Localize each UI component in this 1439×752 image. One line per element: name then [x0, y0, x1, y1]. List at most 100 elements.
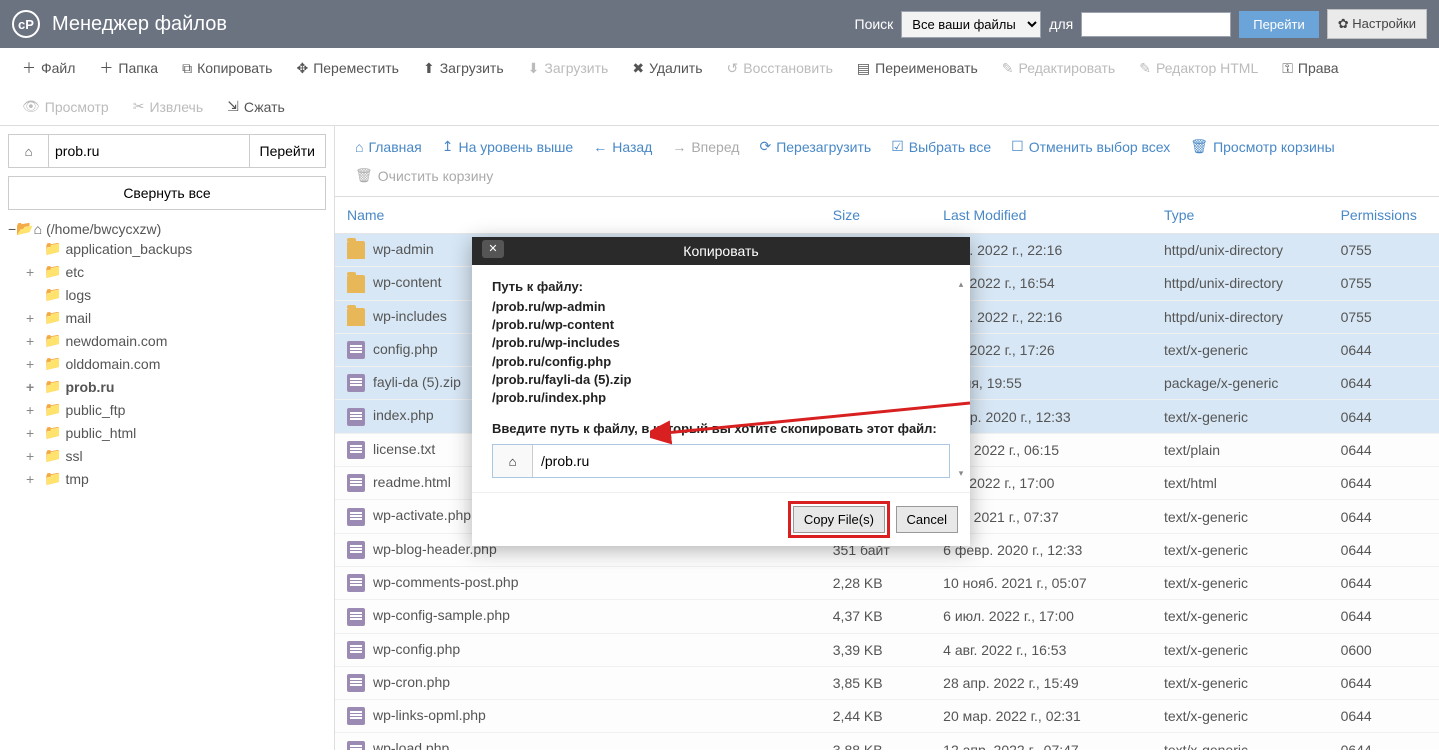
tree-item[interactable]: +📁newdomain.com: [26, 329, 326, 352]
path-input[interactable]: [48, 134, 250, 168]
tree-item[interactable]: +📁prob.ru: [26, 375, 326, 398]
copy-button[interactable]: ⧉Копировать: [170, 50, 284, 87]
key-icon: ⚿: [1282, 60, 1293, 77]
up-level-button[interactable]: ↥На уровень выше: [432, 132, 583, 161]
expand-icon[interactable]: +: [26, 425, 40, 441]
home-icon[interactable]: ⌂: [493, 445, 533, 477]
tree-item[interactable]: +📁tmp: [26, 467, 326, 490]
file-name: wp-links-opml.php: [373, 707, 486, 723]
expand-icon[interactable]: +: [26, 356, 40, 372]
extract-icon: ✂: [133, 98, 145, 115]
col-modified[interactable]: Last Modified: [931, 197, 1152, 234]
expand-icon[interactable]: +: [26, 448, 40, 464]
doc-icon: [347, 541, 365, 559]
search-go-button[interactable]: Перейти: [1239, 11, 1319, 38]
tree-item[interactable]: +📁olddomain.com: [26, 352, 326, 375]
col-perms[interactable]: Permissions: [1329, 197, 1439, 234]
tree-item[interactable]: +📁public_ftp: [26, 398, 326, 421]
forward-button[interactable]: →Вперед: [662, 133, 749, 161]
move-button[interactable]: ✥Переместить: [284, 50, 411, 87]
edit-button[interactable]: ✎Редактировать: [990, 50, 1127, 87]
destination-input[interactable]: [533, 445, 949, 477]
rename-button[interactable]: ▤Переименовать: [845, 50, 990, 87]
copy-modal: ✕ Копировать Путь к файлу: /prob.ru/wp-a…: [472, 237, 970, 546]
tree-item[interactable]: 📁application_backups: [26, 237, 326, 260]
view-button[interactable]: 👁Просмотр: [10, 88, 121, 125]
collapse-icon[interactable]: −: [8, 221, 16, 237]
col-size[interactable]: Size: [821, 197, 931, 234]
tree-label: public_ftp: [65, 402, 125, 418]
scroll-up-icon[interactable]: ▴: [956, 279, 966, 289]
copy-files-button[interactable]: Copy File(s): [793, 506, 885, 533]
doc-icon: [347, 707, 365, 725]
col-name[interactable]: Name: [335, 197, 821, 234]
modal-scrollbar[interactable]: ▴ ▾: [956, 279, 966, 478]
select-all-button[interactable]: ☑Выбрать все: [881, 132, 1001, 161]
file-perms: 0644: [1329, 600, 1439, 633]
expand-icon[interactable]: +: [26, 310, 40, 326]
col-type[interactable]: Type: [1152, 197, 1329, 234]
upload-button[interactable]: ⬆Загрузить: [411, 50, 516, 87]
expand-icon[interactable]: +: [26, 471, 40, 487]
search-input[interactable]: [1081, 12, 1231, 37]
collapse-all-button[interactable]: Свернуть все: [8, 176, 326, 210]
empty-trash-button[interactable]: 🗑Очистить корзину: [345, 161, 503, 190]
expand-icon[interactable]: +: [26, 402, 40, 418]
new-folder-button[interactable]: ＋Папка: [87, 48, 170, 88]
deselect-all-button[interactable]: ☐Отменить выбор всех: [1001, 132, 1180, 161]
file-size: 2,28 KB: [821, 566, 931, 599]
delete-button[interactable]: ✖Удалить: [620, 50, 714, 87]
html-editor-button[interactable]: ✎Редактор HTML: [1127, 50, 1270, 87]
back-button[interactable]: ←Назад: [583, 133, 662, 161]
tree-root[interactable]: − 📂 ⌂ (/home/bwcycxzw): [8, 220, 326, 237]
tree-item[interactable]: +📁ssl: [26, 444, 326, 467]
path-go-button[interactable]: Перейти: [250, 134, 326, 168]
settings-button[interactable]: ✿ Настройки: [1327, 9, 1427, 39]
view-trash-button[interactable]: 🗑Просмотр корзины: [1180, 132, 1344, 161]
permissions-button[interactable]: ⚿Права: [1270, 50, 1350, 87]
tree-item[interactable]: +📁etc: [26, 260, 326, 283]
tree-item[interactable]: +📁public_html: [26, 421, 326, 444]
tree-item[interactable]: +📁mail: [26, 306, 326, 329]
restore-button[interactable]: ↺Восстановить: [715, 50, 845, 87]
move-icon: ✥: [296, 60, 308, 77]
file-type: httpd/unix-directory: [1152, 234, 1329, 267]
file-name: wp-activate.php: [373, 507, 471, 523]
scroll-down-icon[interactable]: ▾: [956, 468, 966, 478]
html-icon: ✎: [1139, 60, 1151, 77]
table-row[interactable]: wp-links-opml.php2,44 KB20 мар. 2022 г.,…: [335, 700, 1439, 733]
search-scope-select[interactable]: Все ваши файлы: [901, 11, 1041, 38]
home-icon[interactable]: ⌂: [8, 134, 48, 168]
copy-highlight-annotation: Copy File(s): [788, 501, 890, 538]
home-button[interactable]: ⌂Главная: [345, 133, 432, 161]
download-button[interactable]: ⬇Загрузить: [516, 50, 621, 87]
file-size: 3,88 KB: [821, 733, 931, 750]
file-type: text/x-generic: [1152, 600, 1329, 633]
extract-button[interactable]: ✂Извлечь: [121, 88, 215, 125]
file-type: text/plain: [1152, 433, 1329, 466]
tree-item[interactable]: 📁logs: [26, 283, 326, 306]
compress-button[interactable]: ⇲Сжать: [215, 88, 297, 125]
close-icon[interactable]: ✕: [482, 240, 504, 258]
expand-icon[interactable]: +: [26, 379, 40, 395]
table-row[interactable]: wp-config-sample.php4,37 KB6 июл. 2022 г…: [335, 600, 1439, 633]
new-file-button[interactable]: ＋Файл: [10, 48, 87, 88]
table-row[interactable]: wp-load.php3,88 KB12 апр. 2022 г., 07:47…: [335, 733, 1439, 750]
table-row[interactable]: wp-comments-post.php2,28 KB10 нояб. 2021…: [335, 566, 1439, 599]
file-type: text/x-generic: [1152, 700, 1329, 733]
cancel-button[interactable]: Cancel: [896, 506, 958, 533]
modal-header[interactable]: ✕ Копировать: [472, 237, 970, 265]
root-label: (/home/bwcycxzw): [46, 221, 161, 237]
doc-icon: [347, 608, 365, 626]
table-row[interactable]: wp-config.php3,39 KB4 авг. 2022 г., 16:5…: [335, 633, 1439, 666]
file-perms: 0644: [1329, 467, 1439, 500]
reload-button[interactable]: ⟳Перезагрузить: [749, 132, 881, 161]
file-name: fayli-da (5).zip: [373, 374, 461, 390]
file-type: text/x-generic: [1152, 500, 1329, 533]
expand-icon[interactable]: +: [26, 333, 40, 349]
folder-tree: − 📂 ⌂ (/home/bwcycxzw) 📁application_back…: [8, 220, 326, 490]
expand-icon[interactable]: +: [26, 264, 40, 280]
doc-icon: [347, 474, 365, 492]
file-type: text/x-generic: [1152, 666, 1329, 699]
table-row[interactable]: wp-cron.php3,85 KB28 апр. 2022 г., 15:49…: [335, 666, 1439, 699]
